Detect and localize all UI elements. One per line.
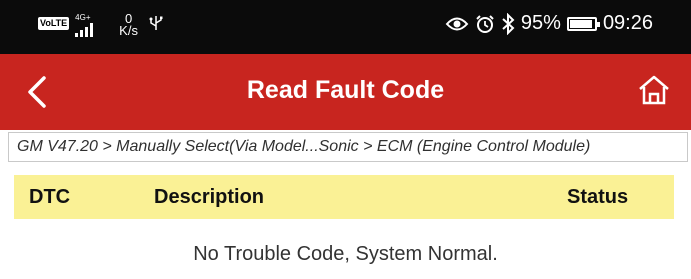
app-bar: Read Fault Code — [0, 54, 691, 130]
clock-time: 09:26 — [602, 12, 653, 34]
usb-icon — [149, 16, 163, 30]
battery-icon — [566, 16, 600, 31]
column-header-dtc: DTC — [29, 186, 71, 208]
home-icon — [639, 75, 669, 105]
empty-state-message: No Trouble Code, System Normal. — [193, 243, 498, 265]
network-speed: 0 K/s — [119, 11, 138, 38]
column-header-description: Description — [154, 186, 265, 208]
signal-icon — [75, 23, 94, 37]
home-button[interactable] — [637, 73, 671, 112]
bluetooth-icon — [502, 12, 515, 35]
alarm-icon — [476, 14, 494, 33]
column-header-status: Status — [567, 186, 629, 208]
breadcrumb: GM V47.20 > Manually Select(Via Model...… — [8, 132, 688, 162]
page-title: Read Fault Code — [246, 76, 445, 104]
eye-icon — [445, 17, 469, 30]
table-header: DTC Description Status — [14, 175, 674, 219]
network-signal: 4G+ — [75, 13, 111, 39]
volte-badge: VoLTE — [38, 17, 70, 30]
status-bar: VoLTE 4G+ 0 K/s 95% 09:26 — [0, 0, 691, 54]
battery-percent: 95% — [520, 12, 561, 34]
